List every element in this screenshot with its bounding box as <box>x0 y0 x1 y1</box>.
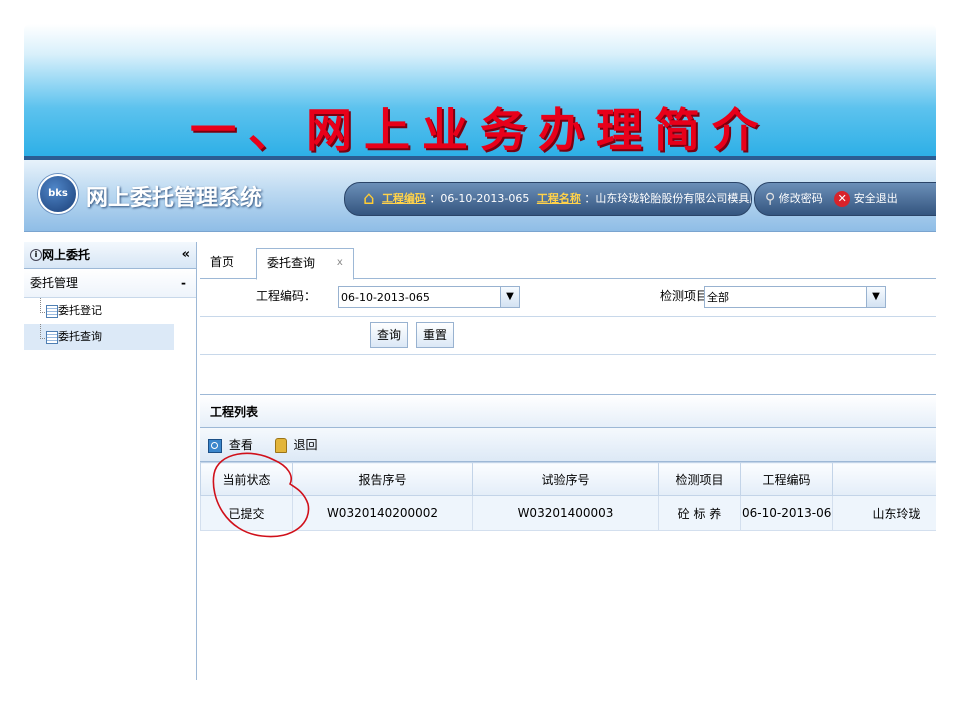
view-button[interactable]: 查看 <box>208 428 253 462</box>
view-icon <box>208 438 222 453</box>
column-header-test-no[interactable]: 试验序号 <box>472 462 659 496</box>
tab-label: 首页 <box>210 255 235 269</box>
column-header-test-item[interactable]: 检测项目 <box>658 462 741 496</box>
sidebar-item-label: 委托查询 <box>58 330 102 343</box>
column-header-project-code[interactable]: 工程编码 <box>740 462 833 496</box>
close-icon[interactable]: x <box>337 257 343 268</box>
grid-icon <box>46 331 58 344</box>
sidebar-item-commission-query[interactable]: 委托查询 <box>24 324 174 350</box>
cell-project-code: 06-10-2013-065 <box>740 495 833 531</box>
column-header-report-no[interactable]: 报告序号 <box>292 462 473 496</box>
search-button[interactable]: 查询 <box>370 322 409 348</box>
cell-status: 已提交 <box>200 495 293 531</box>
slide-title-banner: 一、网上业务办理简介 <box>24 24 936 160</box>
slide-title: 一、网上业务办理简介 <box>190 103 770 157</box>
project-code-label: 工程编码 <box>381 192 426 205</box>
chevron-down-icon[interactable]: ▼ <box>866 287 885 307</box>
project-name-value: ：山东玲珑轮胎股份有限公司模具库 <box>584 192 752 205</box>
table-row[interactable]: 已提交 W0320140200002 W03201400003 砼 标 养 06… <box>200 495 936 531</box>
project-code-value: ：06-10-2013-065 <box>429 192 530 205</box>
lock-icon <box>274 438 287 453</box>
app-logo: bks <box>38 174 78 214</box>
reset-button[interactable]: 重置 <box>416 322 455 348</box>
sidebar-item-commission-register[interactable]: 委托登记 <box>24 298 196 324</box>
cell-project-name: 山东玲珑 <box>832 495 936 531</box>
logout-link[interactable]: 安全退出 <box>854 192 898 205</box>
test-item-select[interactable]: 全部 ▼ <box>704 286 886 308</box>
group-toggle-icon[interactable]: - <box>181 269 186 297</box>
logout-icon[interactable]: ✕ <box>834 191 851 207</box>
test-item-select-value: 全部 <box>707 291 729 304</box>
app-header: bks 网上委托管理系统 ⌂ 工程编码 ：06-10-2013-065 工程名称… <box>24 156 936 232</box>
sidebar-group-label: 委托管理 <box>30 276 79 290</box>
sidebar-header: i 网上委托 « <box>24 242 196 269</box>
home-icon[interactable]: ⌂ <box>363 183 374 215</box>
button-row: 查询 重置 <box>200 316 936 355</box>
project-info-bar: ⌂ 工程编码 ：06-10-2013-065 工程名称 ：山东玲珑轮胎股份有限公… <box>344 182 752 216</box>
tab-bar: 首页 委托查询 x <box>200 242 936 280</box>
cell-test-no: W03201400003 <box>472 495 659 531</box>
back-button[interactable]: 退回 <box>265 428 318 462</box>
sidebar-group-commission-management[interactable]: 委托管理 - <box>24 269 196 298</box>
column-header-extra[interactable] <box>832 462 936 496</box>
collapse-sidebar-button[interactable]: « <box>182 242 190 268</box>
column-header-status[interactable]: 当前状态 <box>200 462 293 496</box>
grid-icon <box>46 305 58 318</box>
account-actions: ⚲ 修改密码 ✕ 安全退出 <box>754 182 936 216</box>
test-item-field-label: 检测项目 <box>660 289 709 303</box>
app-screenshot: bks 网上委托管理系统 ⌂ 工程编码 ：06-10-2013-065 工程名称… <box>24 156 936 680</box>
chevron-down-icon[interactable]: ▼ <box>500 287 519 307</box>
view-button-label: 查看 <box>228 438 253 452</box>
back-button-label: 退回 <box>293 438 318 452</box>
sidebar-item-label: 委托登记 <box>58 304 102 317</box>
tab-home[interactable]: 首页 <box>200 248 244 276</box>
cell-report-no: W0320140200002 <box>292 495 473 531</box>
filter-row: 工程编码： 06-10-2013-065 ▼ 检测项目 全部 ▼ <box>200 278 936 317</box>
project-list-header: 工程列表 <box>200 394 936 428</box>
app-title: 网上委托管理系统 <box>86 186 263 211</box>
list-toolbar: 查看 退回 <box>200 428 936 462</box>
project-code-select[interactable]: 06-10-2013-065 ▼ <box>338 286 520 308</box>
project-name-label: 工程名称 <box>536 192 581 205</box>
main-panel: 首页 委托查询 x 工程编码： 06-10-2013-065 ▼ 检测项目 全部… <box>200 242 936 680</box>
sidebar: i 网上委托 « 委托管理 - 委托登记 委托查询 <box>24 242 197 680</box>
project-code-select-value: 06-10-2013-065 <box>341 291 430 304</box>
project-code-field-label: 工程编码： <box>256 289 317 303</box>
info-icon: i <box>30 249 42 261</box>
project-table: 当前状态 报告序号 试验序号 检测项目 工程编码 已提交 W0320140200… <box>200 462 936 531</box>
tab-label: 委托查询 <box>267 256 316 270</box>
change-password-link[interactable]: 修改密码 <box>779 192 823 205</box>
sidebar-title: 网上委托 <box>42 248 91 262</box>
key-icon: ⚲ <box>765 191 776 207</box>
table-header-row: 当前状态 报告序号 试验序号 检测项目 工程编码 <box>200 462 936 496</box>
tab-commission-query[interactable]: 委托查询 x <box>256 248 354 280</box>
cell-test-item: 砼 标 养 <box>658 495 741 531</box>
